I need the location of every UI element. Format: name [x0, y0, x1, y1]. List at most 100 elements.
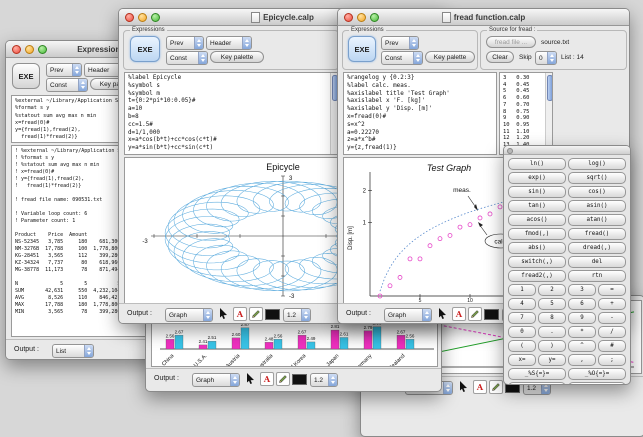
cursor-tool-icon[interactable]	[219, 307, 228, 323]
text-annotation-tool[interactable]: A	[452, 307, 466, 321]
expression-editor[interactable]: %rangelog y {0.2:3} %label calc. meas. %…	[343, 72, 497, 155]
keypad-button[interactable]: sqrt()	[568, 172, 626, 184]
expression-editor[interactable]: %label Epicycle %symbol s %symbol m t={0…	[124, 72, 338, 155]
close-button[interactable]	[507, 148, 513, 154]
keypad-button[interactable]: =%init=	[568, 382, 626, 384]
minimize-button[interactable]	[357, 13, 366, 22]
close-button[interactable]	[12, 45, 21, 54]
keypad-button[interactable]: *	[568, 326, 596, 338]
output-mode-popup[interactable]: Graph	[165, 308, 213, 322]
keypad-button[interactable]: atan()	[568, 214, 626, 226]
prev-popup[interactable]: Prev	[166, 36, 204, 50]
color-swatch[interactable]	[292, 374, 307, 385]
scrollbar[interactable]	[330, 73, 337, 154]
keypad-button[interactable]: log()	[568, 158, 626, 170]
keypad-button[interactable]: asin()	[568, 200, 626, 212]
titlebar[interactable]: fread function.calp	[338, 9, 629, 26]
keypad-button[interactable]: 2	[538, 284, 566, 296]
header-popup[interactable]: Header	[206, 36, 252, 50]
exe-button[interactable]: EXE	[130, 36, 160, 62]
fread-data-list[interactable]: 3 0.30 4 0.45 5 0.45 6 0.60 7 0.70 8 0.7…	[499, 72, 553, 155]
key-palette-button[interactable]: Key palette	[425, 51, 475, 63]
keypad-button[interactable]: 7	[508, 312, 536, 324]
keypad-button[interactable]: ln()	[508, 158, 566, 170]
text-annotation-tool[interactable]: A	[260, 372, 274, 386]
minimize-button[interactable]	[25, 45, 34, 54]
minimize-button[interactable]	[138, 13, 147, 22]
const-popup[interactable]: Const	[381, 51, 423, 65]
keypad-button[interactable]: -	[598, 312, 626, 324]
output-mode-popup[interactable]: Graph	[384, 308, 432, 322]
skip-popup[interactable]: 0	[535, 51, 557, 65]
pencil-tool-icon[interactable]	[489, 380, 503, 394]
zoom-button[interactable]	[151, 13, 160, 22]
keypad-button[interactable]: 8	[538, 312, 566, 324]
keypad-button[interactable]: 9	[568, 312, 596, 324]
text-annotation-tool[interactable]: A	[473, 380, 487, 394]
output-mode-popup[interactable]: Graph	[192, 373, 240, 387]
cursor-tool-icon[interactable]	[459, 380, 468, 398]
keypad-button[interactable]: #	[598, 340, 626, 352]
exe-button[interactable]: EXE	[12, 63, 40, 89]
keypad-button[interactable]: rtn	[568, 270, 626, 282]
keypad-button[interactable]: y=	[538, 354, 566, 366]
pencil-tool-icon[interactable]	[468, 307, 482, 321]
zoom-button[interactable]	[370, 13, 379, 22]
keypad-button[interactable]: exp()	[508, 172, 566, 184]
keypad-button[interactable]: _%S{=}=	[508, 368, 566, 380]
close-button[interactable]	[344, 13, 353, 22]
pencil-tool-icon[interactable]	[276, 372, 290, 386]
keypad-button[interactable]: 1	[508, 284, 536, 296]
keypad-button[interactable]: ,	[568, 354, 596, 366]
keypad-button[interactable]: acos()	[508, 214, 566, 226]
keypad-button[interactable]: /	[598, 326, 626, 338]
fread-file-button[interactable]: fread file ...	[486, 36, 536, 48]
keypad-button[interactable]: 3	[568, 284, 596, 296]
keypad-button[interactable]: dread(,)	[568, 242, 626, 254]
close-button[interactable]	[125, 13, 134, 22]
color-swatch[interactable]	[484, 309, 499, 320]
zoom-button[interactable]	[38, 45, 47, 54]
key-palette-button[interactable]: Key palette	[210, 51, 264, 63]
keypad-button[interactable]: .	[538, 326, 566, 338]
keypad-button[interactable]: del	[568, 256, 626, 268]
palette-titlebar[interactable]	[504, 146, 630, 155]
keypad-button[interactable]: switch(,)	[508, 256, 566, 268]
cursor-tool-icon[interactable]	[438, 307, 447, 323]
keypad-button[interactable]: 6	[568, 298, 596, 310]
keypad-button[interactable]: =	[598, 284, 626, 296]
clear-button[interactable]: Clear	[486, 51, 514, 63]
keypad-button[interactable]: (	[508, 340, 536, 352]
linewidth-popup[interactable]: 1.2	[310, 373, 338, 387]
prev-popup[interactable]: Prev	[381, 36, 419, 50]
pencil-tool-icon[interactable]	[249, 307, 263, 321]
keypad-button[interactable]: tan()	[508, 200, 566, 212]
output-mode-popup[interactable]: List	[52, 344, 94, 358]
keypad-button[interactable]: +	[598, 298, 626, 310]
exe-button[interactable]: EXE	[348, 36, 376, 62]
color-swatch[interactable]	[265, 309, 280, 320]
scrollbar[interactable]	[545, 73, 552, 154]
const-popup[interactable]: Const	[46, 78, 88, 92]
linewidth-popup[interactable]: 1.2	[283, 308, 311, 322]
keypad-button[interactable]: abs()	[508, 242, 566, 254]
keypad-button[interactable]: fread()	[568, 228, 626, 240]
keypad-button[interactable]: fread2(,)	[508, 270, 566, 282]
keypad-button[interactable]: 0	[508, 326, 536, 338]
const-popup[interactable]: Const	[166, 51, 208, 65]
keypad-button[interactable]: 4	[508, 298, 536, 310]
keypad-button[interactable]: ^	[568, 340, 596, 352]
scrollbar-thumb[interactable]	[546, 75, 552, 101]
keypad-button[interactable]: cos()	[568, 186, 626, 198]
keypad-button[interactable]: )	[538, 340, 566, 352]
keypad-button[interactable]: _%O{=}=	[568, 368, 626, 380]
keypad-button[interactable]: sin()	[508, 186, 566, 198]
keypad-button[interactable]: _%0	[508, 382, 566, 384]
keypad-button[interactable]: 5	[538, 298, 566, 310]
keypad-button[interactable]: fmod(,)	[508, 228, 566, 240]
prev-popup[interactable]: Prev	[46, 63, 82, 77]
keypad-button[interactable]: x=	[508, 354, 536, 366]
text-annotation-tool[interactable]: A	[233, 307, 247, 321]
cursor-tool-icon[interactable]	[246, 372, 255, 390]
keypad-button[interactable]: ;	[598, 354, 626, 366]
